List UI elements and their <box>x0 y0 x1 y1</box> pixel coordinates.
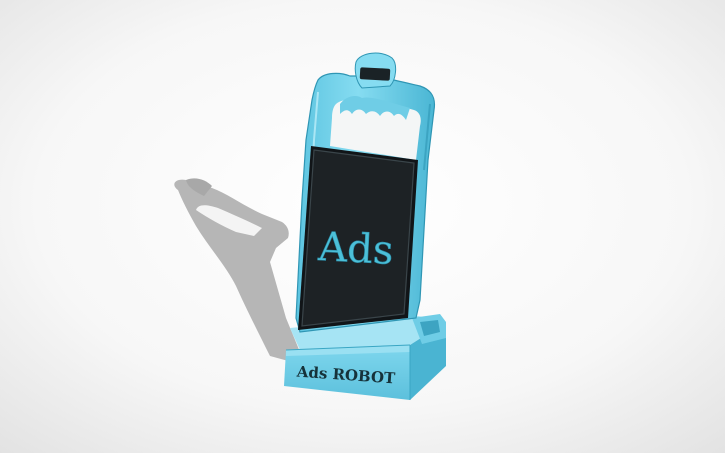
scene-svg: Ads Ads ROBOT <box>0 0 725 453</box>
viewport-3d[interactable]: Ads Ads ROBOT <box>0 0 725 453</box>
screen-label: Ads <box>316 224 394 274</box>
